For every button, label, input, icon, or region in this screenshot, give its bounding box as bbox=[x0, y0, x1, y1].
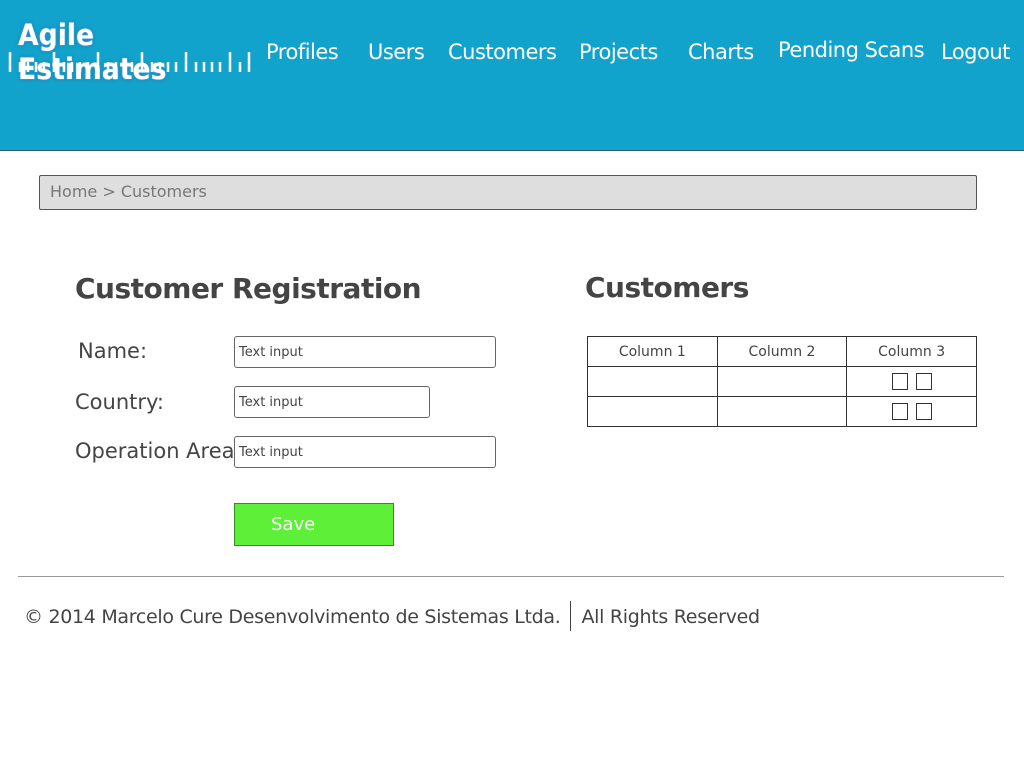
row-checkbox[interactable] bbox=[891, 403, 908, 420]
save-button[interactable]: Save bbox=[234, 503, 394, 546]
table-cell-actions bbox=[846, 396, 977, 427]
column-header[interactable]: Column 3 bbox=[846, 336, 977, 367]
nav-item-pending-scans[interactable]: Pending Scans bbox=[778, 38, 925, 62]
name-label: Name: bbox=[78, 339, 148, 363]
footer-rights: All Rights Reserved bbox=[581, 606, 760, 628]
nav-item-logout[interactable]: Logout bbox=[941, 40, 1010, 64]
footer-separator bbox=[570, 601, 572, 631]
nav-item-projects[interactable]: Projects bbox=[579, 40, 658, 64]
footer-divider bbox=[18, 576, 1004, 577]
country-label: Country: bbox=[75, 390, 164, 414]
row-checkbox[interactable] bbox=[915, 403, 932, 420]
footer: © 2014 Marcelo Cure Desenvolvimento de S… bbox=[24, 601, 760, 631]
app-header: Agile Estimates Profiles Users Customers… bbox=[0, 0, 1024, 151]
breadcrumb: Home > Customers bbox=[39, 175, 977, 210]
operation-area-label: Operation Area: bbox=[75, 439, 242, 463]
row-checkbox[interactable] bbox=[915, 373, 932, 390]
footer-copyright: © 2014 Marcelo Cure Desenvolvimento de S… bbox=[24, 606, 561, 628]
table-cell-actions bbox=[846, 366, 977, 397]
row-checkbox[interactable] bbox=[891, 373, 908, 390]
table-cell bbox=[587, 366, 718, 397]
nav-item-charts[interactable]: Charts bbox=[688, 40, 754, 64]
operation-area-field[interactable] bbox=[234, 436, 496, 468]
table-row[interactable] bbox=[587, 396, 977, 427]
table-row[interactable] bbox=[587, 366, 977, 397]
table-cell bbox=[716, 396, 848, 427]
name-field[interactable] bbox=[234, 336, 496, 368]
customers-title: Customers bbox=[585, 271, 749, 304]
customers-table: Column 1 Column 2 Column 3 bbox=[587, 336, 977, 427]
registration-title: Customer Registration bbox=[75, 272, 422, 305]
country-field[interactable] bbox=[234, 386, 430, 418]
column-header[interactable]: Column 2 bbox=[716, 336, 848, 367]
ruler-graphic bbox=[8, 52, 251, 72]
nav-item-customers[interactable]: Customers bbox=[448, 40, 557, 64]
table-cell bbox=[716, 366, 848, 397]
app-logo[interactable]: Agile Estimates bbox=[8, 14, 253, 86]
nav-item-profiles[interactable]: Profiles bbox=[266, 40, 339, 64]
table-cell bbox=[587, 396, 718, 427]
nav-item-users[interactable]: Users bbox=[368, 40, 425, 64]
column-header[interactable]: Column 1 bbox=[587, 336, 718, 367]
breadcrumb-text[interactable]: Home > Customers bbox=[50, 182, 207, 201]
table-header-row: Column 1 Column 2 Column 3 bbox=[587, 336, 977, 367]
